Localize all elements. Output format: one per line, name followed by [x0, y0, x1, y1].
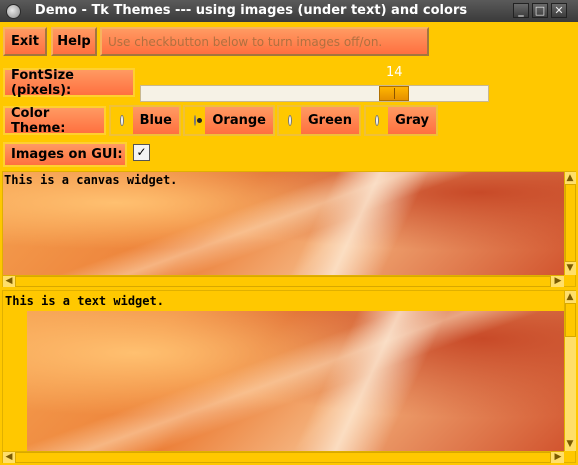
radio-indicator — [375, 115, 380, 126]
theme-radio-blue[interactable]: Blue — [109, 105, 181, 136]
color-theme-label: Color Theme: — [3, 106, 106, 136]
scroll-left-arrow-icon[interactable]: ◀ — [3, 451, 15, 463]
scroll-thumb[interactable] — [15, 276, 551, 287]
scroll-thumb[interactable] — [15, 452, 551, 463]
images-on-gui-label: Images on GUI: — [3, 142, 127, 167]
scroll-left-arrow-icon[interactable]: ◀ — [3, 275, 15, 287]
radio-label: Orange — [205, 107, 273, 134]
title-bar: Demo - Tk Themes --- using images (under… — [0, 0, 578, 22]
text-horizontal-scrollbar[interactable]: ◀ ▶ — [3, 451, 564, 463]
canvas-text: This is a canvas widget. — [4, 173, 178, 187]
scroll-up-arrow-icon[interactable]: ▲ — [564, 172, 576, 184]
fontsize-scale-trough[interactable] — [140, 85, 489, 102]
help-button[interactable]: Help — [51, 27, 97, 56]
theme-radio-green[interactable]: Green — [277, 105, 361, 136]
theme-radio-gray[interactable]: Gray — [364, 105, 438, 136]
close-button[interactable]: ✕ — [551, 3, 567, 18]
canvas-horizontal-scrollbar[interactable]: ◀ ▶ — [3, 275, 564, 287]
fontsize-scale-slider[interactable] — [379, 86, 409, 101]
radio-indicator — [120, 115, 124, 126]
window-title: Demo - Tk Themes --- using images (under… — [34, 3, 468, 18]
scroll-down-arrow-icon[interactable]: ▼ — [564, 438, 576, 450]
text-vertical-scrollbar[interactable]: ▲ ▼ — [564, 291, 576, 451]
canvas-background-image — [3, 172, 564, 275]
app-window: Demo - Tk Themes --- using images (under… — [0, 0, 578, 465]
fontsize-value: 14 — [386, 65, 403, 80]
hint-label: Use checkbutton below to turn images off… — [100, 27, 429, 56]
minimize-button[interactable]: _ — [513, 3, 529, 18]
theme-radio-orange[interactable]: Orange — [183, 105, 275, 136]
scroll-thumb[interactable] — [565, 184, 576, 262]
radio-label: Gray — [388, 107, 436, 134]
exit-button[interactable]: Exit — [3, 27, 47, 56]
radio-indicator — [288, 115, 293, 126]
scroll-up-arrow-icon[interactable]: ▲ — [564, 291, 576, 303]
fontsize-label: FontSize (pixels): — [3, 68, 135, 98]
maximize-button[interactable]: □ — [532, 3, 548, 18]
radio-indicator-selected — [194, 115, 204, 126]
scroll-thumb[interactable] — [565, 303, 576, 337]
scroll-down-arrow-icon[interactable]: ▼ — [564, 262, 576, 274]
scroll-right-arrow-icon[interactable]: ▶ — [552, 451, 564, 463]
radio-label: Blue — [132, 107, 179, 134]
text-embedded-image — [27, 311, 564, 451]
canvas-panel: This is a canvas widget. ▲ ▼ ◀ ▶ — [2, 171, 576, 287]
text-widget-content[interactable]: This is a text widget. — [5, 294, 164, 308]
canvas-vertical-scrollbar[interactable]: ▲ ▼ — [564, 172, 576, 275]
scroll-right-arrow-icon[interactable]: ▶ — [552, 275, 564, 287]
text-widget-panel: This is a text widget. ▲ ▼ ◀ ▶ — [2, 290, 576, 463]
radio-label: Green — [301, 107, 359, 134]
images-on-gui-checkbox[interactable]: ✓ — [133, 144, 150, 161]
